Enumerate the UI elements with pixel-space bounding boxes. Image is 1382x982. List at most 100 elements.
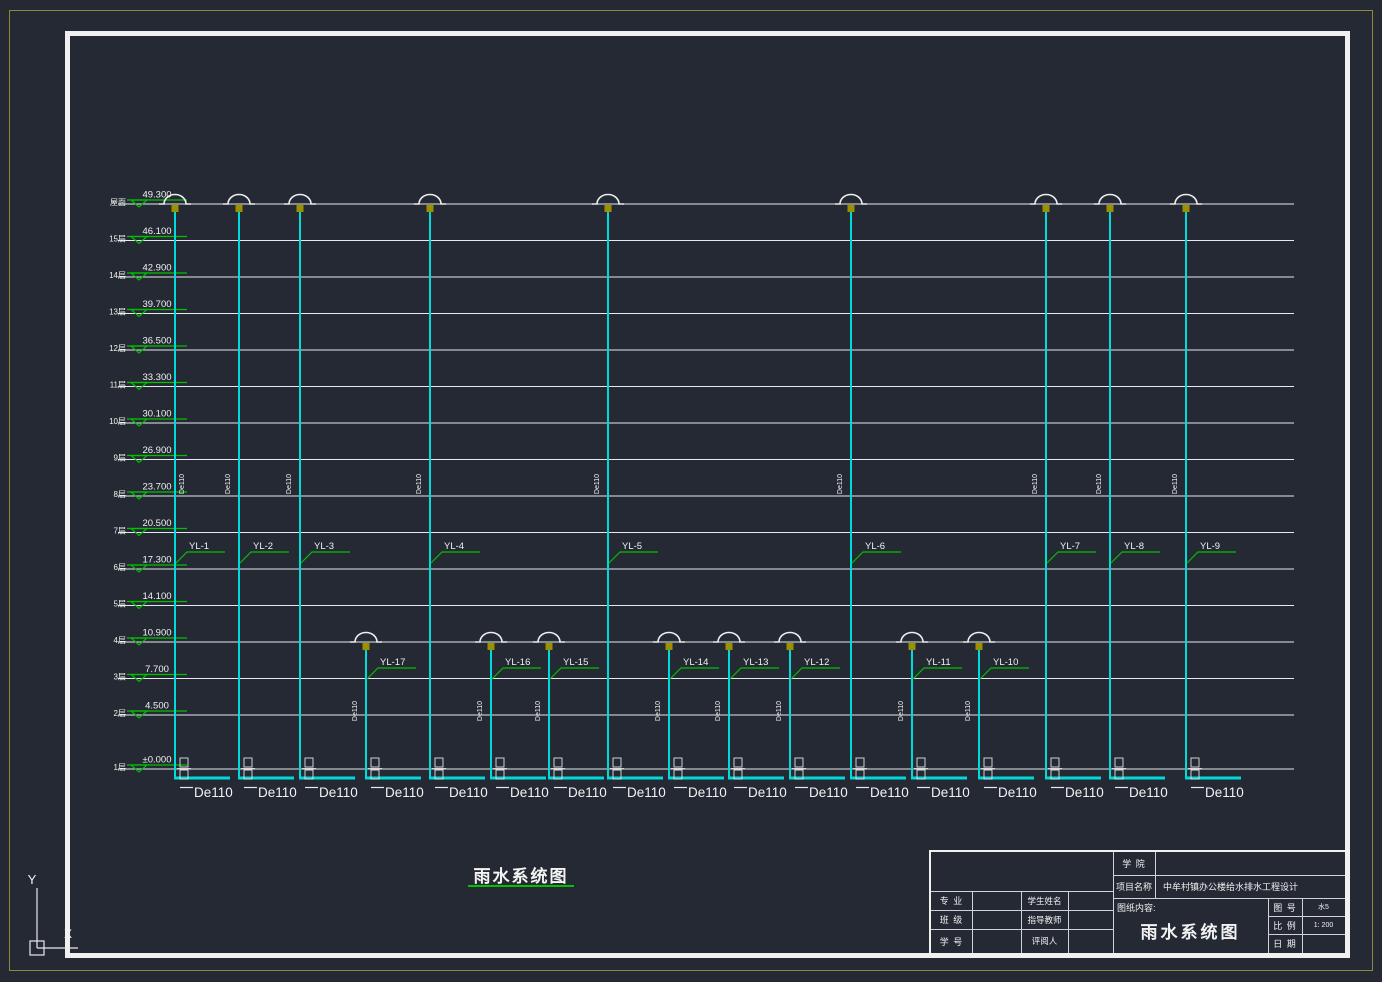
riser-label: YL-9: [1200, 541, 1220, 552]
pipe-size-label: De110: [286, 474, 293, 494]
elevation-value: 26.900: [142, 445, 171, 456]
roof-drain-icon: [835, 195, 867, 205]
floor-label: 5层: [114, 600, 126, 609]
date-value: [1302, 934, 1345, 953]
roof-drain-icon: [223, 195, 255, 205]
leader-line: [609, 552, 658, 563]
ucs-x-label: X: [64, 927, 72, 941]
riser-label: YL-7: [1060, 541, 1080, 552]
bottom-size-label: De110: [1129, 785, 1168, 800]
floor-label: 屋面: [110, 198, 126, 207]
cleanout-icon: [734, 758, 742, 767]
leader-line: [550, 668, 599, 679]
leader-line: [670, 668, 719, 679]
bottom-size-label: De110: [627, 785, 666, 800]
cleanout-icon: [371, 758, 379, 767]
roof-drain-outlet-icon: [363, 643, 370, 650]
bottom-size-label: De110: [931, 785, 970, 800]
roof-drain-outlet-icon: [488, 643, 495, 650]
elevation-value: 10.900: [142, 628, 171, 639]
bottom-size-label: De110: [870, 785, 909, 800]
roof-drain-outlet-icon: [1107, 205, 1114, 212]
pipe-size-label: De110: [1032, 474, 1039, 494]
elevation-value: 46.100: [142, 226, 171, 237]
reviewer-label: 评阅人: [1021, 929, 1068, 953]
leader-line: [431, 552, 480, 563]
cleanout-icon: [917, 758, 925, 767]
elevation-value: 4.500: [145, 701, 169, 712]
leader-line: [1187, 552, 1236, 563]
roof-drain-outlet-icon: [1043, 205, 1050, 212]
pipe-size-label: De110: [837, 474, 844, 494]
cleanout-icon: [795, 758, 803, 767]
school-label: 学 院: [1113, 852, 1155, 875]
roof-drain-outlet-icon: [546, 643, 553, 650]
cleanout-icon: [244, 758, 252, 767]
cleanout-icon: [305, 758, 313, 767]
cleanout-icon: [1115, 758, 1123, 767]
floor-label: 4层: [114, 636, 126, 645]
riser-label: YL-14: [683, 657, 708, 668]
roof-drain-icon: [414, 195, 446, 205]
floor-label: 14层: [109, 271, 126, 280]
floor-label: 2层: [114, 709, 126, 718]
bottom-size-label: De110: [809, 785, 848, 800]
advisor-label: 指导教师: [1021, 910, 1068, 929]
leader-line: [240, 552, 289, 563]
elevation-value: ±0.000: [143, 755, 172, 766]
bottom-size-label: De110: [194, 785, 233, 800]
roof-drain-icon: [963, 633, 995, 643]
roof-drain-icon: [475, 633, 507, 643]
elevation-value: 23.700: [142, 482, 171, 493]
pipe-size-label: De110: [416, 474, 423, 494]
bottom-size-label: De110: [1065, 785, 1104, 800]
elevation-value: 49.300: [142, 190, 171, 201]
roof-drain-icon: [1170, 195, 1202, 205]
leader-line: [730, 668, 779, 679]
roof-drain-outlet-icon: [172, 205, 179, 212]
rainwater-system-diagram: 屋面49.30015层46.10014层42.90013层39.70012层36…: [0, 0, 1382, 982]
floor-label: 1层: [114, 763, 126, 772]
floor-label: 12层: [109, 344, 126, 353]
pipe-size-label: De110: [715, 701, 722, 721]
pipe-size-label: De110: [776, 701, 783, 721]
roof-drain-outlet-icon: [976, 643, 983, 650]
riser-label: YL-6: [865, 541, 885, 552]
cleanout-icon: [984, 758, 992, 767]
pipe-size-label: De110: [352, 701, 359, 721]
riser-label: YL-13: [743, 657, 768, 668]
leader-line: [913, 668, 962, 679]
roof-drain-outlet-icon: [726, 643, 733, 650]
drawing-title: 雨水系统图: [468, 862, 574, 887]
cleanout-icon: [674, 758, 682, 767]
roof-drain-icon: [713, 633, 745, 643]
pipe-size-label: De110: [1172, 474, 1179, 494]
pipe-size-label: De110: [179, 474, 186, 494]
roof-drain-icon: [284, 195, 316, 205]
pipe-size-label: De110: [965, 701, 972, 721]
scale-label: 比 例: [1268, 916, 1302, 934]
elevation-value: 39.700: [142, 299, 171, 310]
cleanout-icon: [554, 758, 562, 767]
pipe-size-label: De110: [898, 701, 905, 721]
cleanout-icon: [435, 758, 443, 767]
roof-drain-icon: [774, 633, 806, 643]
fig-no-label: 图 号: [1268, 898, 1302, 916]
student-id-label: 学 号: [931, 929, 972, 953]
roof-drain-outlet-icon: [236, 205, 243, 212]
roof-drain-icon: [592, 195, 624, 205]
floor-label: 11层: [110, 381, 126, 390]
project-label: 项目名称: [1113, 875, 1155, 898]
roof-drain-outlet-icon: [605, 205, 612, 212]
leader-line: [176, 552, 225, 563]
leader-line: [980, 668, 1029, 679]
roof-drain-outlet-icon: [787, 643, 794, 650]
roof-drain-icon: [350, 633, 382, 643]
riser-label: YL-15: [563, 657, 588, 668]
roof-drain-outlet-icon: [1183, 205, 1190, 212]
bottom-size-label: De110: [385, 785, 424, 800]
title-block-drawing-title: 雨水系统图: [1113, 910, 1268, 950]
cleanout-icon: [856, 758, 864, 767]
floor-label: 15层: [109, 235, 126, 244]
bottom-size-label: De110: [1205, 785, 1244, 800]
